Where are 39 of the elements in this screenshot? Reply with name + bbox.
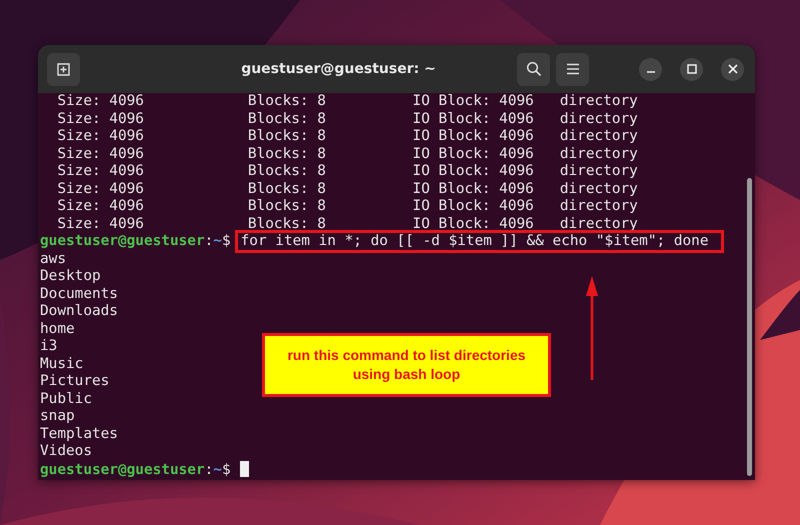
terminal-output-line: Size: 4096 Blocks: 8 IO Block: 4096 directory [56,198,638,216]
text-cursor [240,460,249,476]
directory-name: Downloads [40,303,118,320]
directory-name: Music [40,356,84,373]
maximize-button[interactable] [680,58,703,80]
window-title: guestuser@guestuser: ~ [240,61,437,77]
close-icon [728,64,738,74]
search-icon [526,61,542,77]
directory-name: Templates [40,426,118,443]
directory-name: aws [40,250,66,268]
terminal-output-line: Size: 4096 Blocks: 8 IO Block: 4096 directory [56,93,638,110]
menu-button[interactable] [556,52,589,86]
maximize-icon [686,64,696,74]
terminal-output-line: Size: 4096 Blocks: 8 IO Block: 4096 directory [56,163,638,180]
menu-icon [566,63,580,75]
minimize-button[interactable] [639,58,662,80]
new-tab-button[interactable] [47,52,80,86]
directory-name: i3 [40,338,58,356]
directory-name: Pictures [40,373,110,390]
directory-name: Desktop [40,268,101,286]
minimize-icon [646,71,654,73]
directory-name: Public [40,390,92,408]
search-button[interactable] [517,52,550,86]
shell-prompt: guestuser@guestuser:~$ [40,462,231,478]
new-tab-icon [56,61,72,77]
shell-prompt: guestuser@guestuser:~$ [40,233,231,249]
directory-name: snap [40,408,75,426]
directory-name: home [40,320,75,338]
terminal-output-line: Size: 4096 Blocks: 8 IO Block: 4096 directory [56,146,638,163]
scrollbar[interactable] [747,178,752,476]
callout-text: run this command to list directories using bash loop [286,346,527,384]
close-button[interactable] [721,58,744,80]
directory-name: Videos [40,443,92,460]
terminal-output-line: Size: 4096 Blocks: 8 IO Block: 4096 directory [56,110,638,128]
terminal-output-line: Size: 4096 Blocks: 8 IO Block: 4096 directory [56,180,638,198]
terminal-command: for item in *; do [[ -d $item ]] && echo "$item"; done [234,230,724,253]
terminal-output-line: Size: 4096 Blocks: 8 IO Block: 4096 directory [56,216,638,233]
terminal-output-line: Size: 4096 Blocks: 8 IO Block: 4096 directory [56,128,638,146]
directory-name: Documents [40,286,118,303]
